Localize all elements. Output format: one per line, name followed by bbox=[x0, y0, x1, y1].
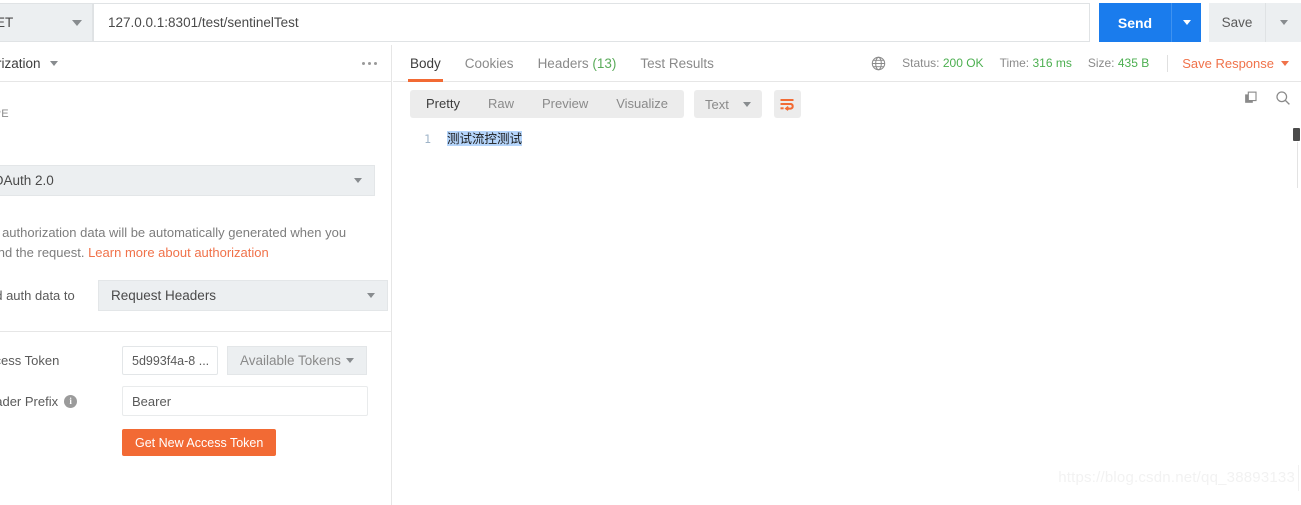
info-icon[interactable]: i bbox=[64, 394, 78, 408]
add-auth-data-row: dd auth data to Request Headers bbox=[0, 280, 391, 311]
chevron-down-icon bbox=[1279, 20, 1288, 25]
learn-more-link[interactable]: Learn more about authorization bbox=[88, 245, 269, 260]
auth-type-value: OAuth 2.0 bbox=[0, 173, 54, 188]
chevron-down-icon bbox=[1182, 20, 1191, 25]
section-divider bbox=[0, 331, 391, 332]
status-divider bbox=[1167, 54, 1169, 72]
tab-cookies-label: Cookies bbox=[464, 55, 514, 71]
headers-count-badge: (13) bbox=[592, 55, 617, 71]
add-auth-data-label: dd auth data to bbox=[0, 288, 75, 303]
view-mode-raw[interactable]: Raw bbox=[474, 90, 528, 118]
url-field-wrapper[interactable] bbox=[93, 3, 1090, 42]
save-options-button[interactable] bbox=[1265, 3, 1301, 42]
request-tab-bar: horization bbox=[0, 45, 391, 82]
line-number: 1 bbox=[424, 132, 431, 146]
available-tokens-select[interactable]: Available Tokens bbox=[227, 346, 367, 375]
response-time-item: Time: 316 ms bbox=[1000, 56, 1072, 70]
send-options-button[interactable] bbox=[1171, 3, 1201, 42]
response-view-toolbar: Pretty Raw Preview Visualize Text bbox=[393, 82, 1301, 126]
get-new-access-token-button[interactable]: Get New Access Token bbox=[122, 429, 277, 456]
save-button[interactable]: Save bbox=[1209, 3, 1265, 42]
http-method-label: ET bbox=[0, 15, 14, 30]
word-wrap-icon[interactable] bbox=[773, 90, 801, 118]
send-button-group: Send bbox=[1099, 3, 1201, 42]
auth-helper-text: he authorization data will be automatica… bbox=[0, 223, 359, 263]
chevron-down-icon bbox=[1281, 60, 1289, 66]
selected-text: 测试流控测试 bbox=[447, 131, 523, 146]
tab-authorization-label: horization bbox=[0, 55, 41, 71]
tab-body[interactable]: Body bbox=[393, 45, 453, 82]
chevron-down-icon bbox=[742, 101, 751, 107]
add-auth-data-value: Request Headers bbox=[111, 288, 217, 303]
view-mode-pretty[interactable]: Pretty bbox=[412, 90, 474, 118]
auth-type-select[interactable]: OAuth 2.0 bbox=[0, 165, 375, 196]
copy-icon[interactable] bbox=[1244, 91, 1259, 106]
response-scrollbar[interactable] bbox=[1292, 126, 1301, 496]
available-tokens-label: Available Tokens bbox=[240, 353, 341, 368]
tab-test-results-label: Test Results bbox=[640, 55, 714, 71]
response-tab-bar: Body Cookies Headers (13) Test Results S… bbox=[393, 45, 1301, 82]
access-token-label: ccess Token bbox=[0, 353, 60, 368]
size-label: Size: bbox=[1087, 56, 1115, 70]
save-response-button[interactable]: Save Response bbox=[1182, 56, 1289, 71]
response-panel: Body Cookies Headers (13) Test Results S… bbox=[393, 45, 1301, 505]
tab-cookies[interactable]: Cookies bbox=[453, 45, 526, 82]
chevron-down-icon bbox=[346, 358, 354, 363]
response-status-bar: Status: 200 OK Time: 316 ms Size: 435 B … bbox=[871, 54, 1291, 72]
send-button[interactable]: Send bbox=[1099, 3, 1171, 42]
save-button-group: Save bbox=[1209, 3, 1301, 42]
globe-icon[interactable] bbox=[871, 56, 886, 71]
request-panel: horization YPE OAuth 2.0 he authorizatio… bbox=[0, 45, 392, 505]
time-value: 316 ms bbox=[1032, 56, 1072, 70]
request-url-bar: ET Send Save bbox=[0, 0, 1301, 45]
authorization-form: YPE OAuth 2.0 he authorization data will… bbox=[0, 108, 391, 456]
tab-test-results[interactable]: Test Results bbox=[628, 45, 726, 82]
http-method-selector[interactable]: ET bbox=[0, 3, 93, 42]
postman-window: ET Send Save horization bbox=[0, 0, 1301, 505]
chevron-down-icon bbox=[367, 293, 375, 298]
time-label: Time: bbox=[999, 56, 1030, 70]
size-value: 435 B bbox=[1117, 56, 1150, 70]
response-body-viewer[interactable]: 1 测试流控测试 https://blog.csdn.net/qq_388931… bbox=[393, 126, 1301, 496]
tab-body-label: Body bbox=[410, 55, 441, 71]
save-response-label: Save Response bbox=[1182, 55, 1274, 71]
response-format-value: Text bbox=[705, 96, 729, 112]
response-size-item: Size: 435 B bbox=[1088, 56, 1149, 70]
response-body-actions bbox=[1244, 90, 1291, 106]
header-prefix-label: eader Prefix bbox=[0, 393, 59, 409]
code-line: 1 测试流控测试 bbox=[393, 126, 1301, 149]
watermark-text: https://blog.csdn.net/qq_38893133 bbox=[1058, 469, 1295, 486]
url-input[interactable] bbox=[106, 14, 1077, 31]
header-prefix-row: eader Prefix i Bearer bbox=[0, 386, 388, 416]
scrollbar-thumb[interactable] bbox=[1293, 128, 1300, 141]
header-prefix-input[interactable]: Bearer bbox=[122, 386, 368, 416]
add-auth-data-select[interactable]: Request Headers bbox=[98, 280, 388, 311]
ellipsis-icon[interactable] bbox=[358, 56, 381, 71]
code-line-content[interactable]: 测试流控测试 bbox=[447, 129, 523, 149]
status-label: Status: bbox=[902, 56, 940, 70]
chevron-down-icon bbox=[354, 178, 362, 183]
view-mode-visualize[interactable]: Visualize bbox=[602, 90, 682, 118]
status-code-item: Status: 200 OK bbox=[902, 56, 983, 70]
header-prefix-label-group: eader Prefix i bbox=[0, 394, 122, 409]
access-token-row: ccess Token 5d993f4a-8 ... Available Tok… bbox=[0, 346, 388, 375]
status-value: 200 OK bbox=[942, 56, 984, 70]
watermark-bar bbox=[1298, 465, 1299, 491]
response-tabs: Body Cookies Headers (13) Test Results bbox=[393, 45, 726, 82]
tab-headers[interactable]: Headers (13) bbox=[526, 45, 629, 82]
view-mode-group: Pretty Raw Preview Visualize bbox=[410, 90, 685, 118]
chevron-down-icon bbox=[72, 19, 82, 26]
access-token-input[interactable]: 5d993f4a-8 ... bbox=[122, 346, 218, 375]
view-mode-preview[interactable]: Preview bbox=[528, 90, 602, 118]
scrollbar-track bbox=[1297, 142, 1298, 188]
type-label: YPE bbox=[0, 108, 9, 120]
tab-authorization[interactable]: horization bbox=[0, 56, 58, 71]
tab-headers-label: Headers bbox=[537, 55, 589, 71]
response-format-select[interactable]: Text bbox=[694, 90, 762, 118]
chevron-down-icon bbox=[49, 60, 58, 66]
search-icon[interactable] bbox=[1275, 90, 1291, 106]
